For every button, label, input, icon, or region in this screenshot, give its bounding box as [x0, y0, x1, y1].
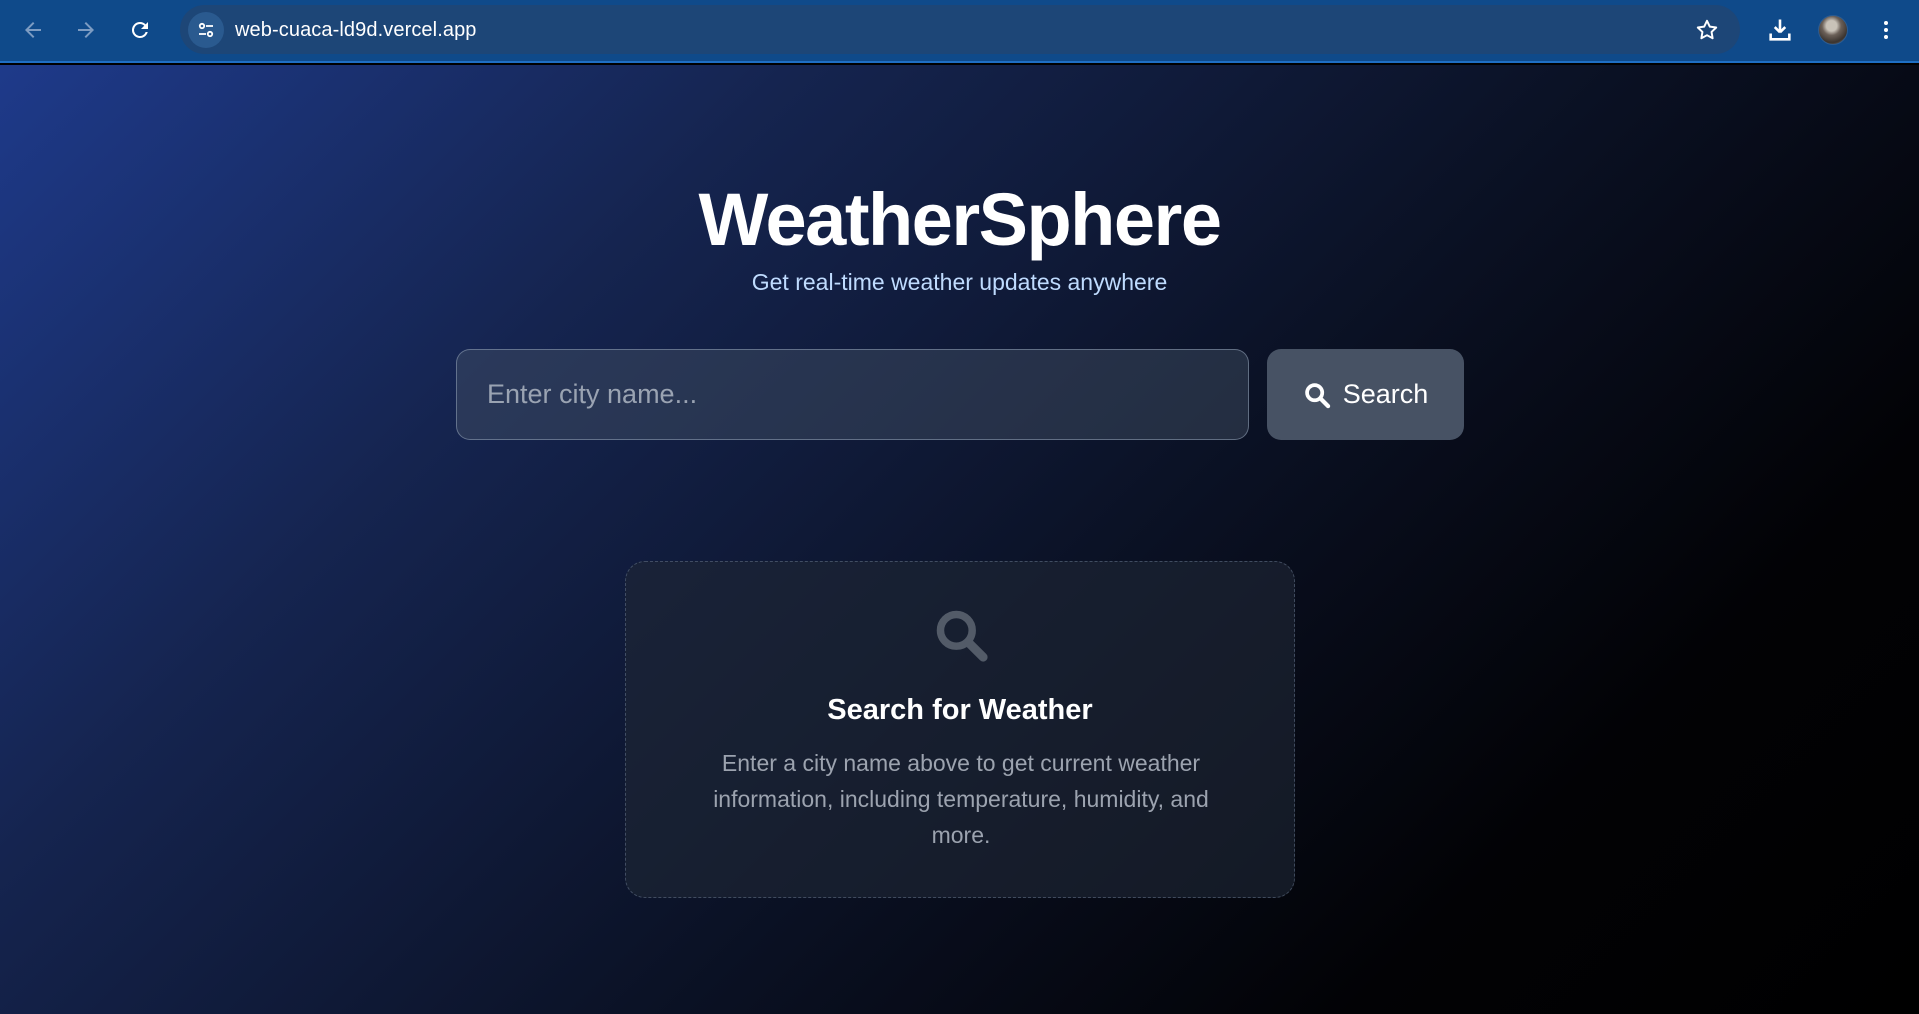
browser-toolbar: web-cuaca-ld9d.vercel.app — [0, 0, 1919, 63]
city-search-input[interactable] — [456, 349, 1249, 440]
search-icon — [1304, 382, 1330, 408]
menu-button[interactable] — [1868, 12, 1904, 48]
reload-icon — [131, 21, 148, 38]
download-icon — [1769, 19, 1791, 41]
app-subtitle: Get real-time weather updates anywhere — [751, 269, 1168, 295]
star-icon[interactable] — [1694, 17, 1720, 43]
empty-state-card: Search for Weather Enter a city name abo… — [625, 561, 1295, 898]
url-text[interactable]: web-cuaca-ld9d.vercel.app — [235, 19, 477, 42]
back-button[interactable] — [15, 12, 51, 48]
search-button-label: Search — [1342, 379, 1429, 409]
menu-icon — [1884, 21, 1888, 39]
reload-button[interactable] — [122, 12, 158, 48]
back-icon — [25, 22, 41, 38]
forward-icon — [78, 22, 94, 38]
empty-state-title: Search for Weather — [827, 694, 1093, 726]
site-info-button[interactable] — [188, 12, 224, 48]
avatar[interactable] — [1818, 15, 1848, 45]
search-button[interactable]: Search — [1267, 349, 1464, 440]
magnifier-icon — [936, 610, 988, 662]
forward-button[interactable] — [68, 12, 104, 48]
address-bar[interactable]: web-cuaca-ld9d.vercel.app — [180, 5, 1740, 54]
app-title: WeatherSphere — [698, 178, 1223, 261]
download-button[interactable] — [1762, 12, 1798, 48]
page-background: WeatherSphere Get real-time weather upda… — [0, 65, 1919, 1014]
empty-state-text: Enter a city name above to get current w… — [713, 750, 1209, 848]
site-info-icon — [198, 22, 214, 38]
